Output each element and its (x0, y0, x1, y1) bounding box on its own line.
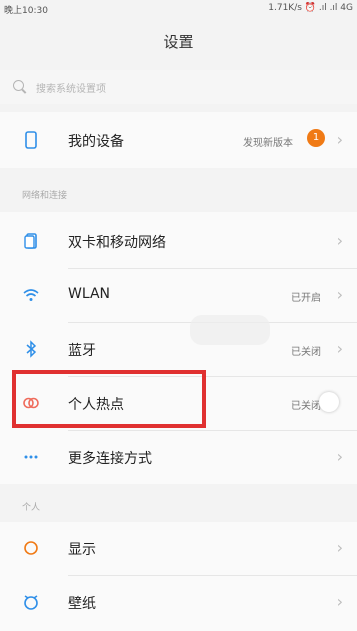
update-status: 发现新版本 (243, 138, 293, 149)
row-dual-sim[interactable]: 双卡和移动网络 › (0, 215, 357, 267)
search-bar[interactable]: 搜索系统设置项 (0, 70, 357, 104)
row-wlan[interactable]: WLAN 已开启 › (0, 269, 357, 321)
more-connections-label: 更多连接方式 (68, 451, 152, 467)
wallpaper-icon (24, 595, 38, 610)
chevron-right-icon: › (336, 339, 343, 358)
display-icon (24, 541, 38, 555)
wlan-status: 已开启 (291, 293, 321, 304)
status-time: 晚上10:30 (4, 6, 48, 16)
title-bar: 设置 (0, 18, 357, 62)
personal-section: 显示 › 壁纸 › (0, 522, 357, 631)
wlan-label: WLAN (68, 286, 111, 302)
dual-sim-label: 双卡和移动网络 (68, 235, 166, 251)
row-wallpaper[interactable]: 壁纸 › (0, 576, 357, 628)
hotspot-highlight-box (12, 370, 206, 428)
bluetooth-label: 蓝牙 (68, 343, 96, 359)
device-section: 我的设备 发现新版本 1 › (0, 112, 357, 168)
chevron-right-icon: › (336, 592, 343, 611)
wifi-icon (23, 289, 39, 301)
chevron-right-icon: › (336, 538, 343, 557)
chevron-right-icon: › (336, 447, 343, 466)
network-section: 双卡和移动网络 › WLAN 已开启 › 蓝牙 已关闭 › 个人热点 已关闭 更… (0, 212, 357, 484)
status-bar: 晚上10:30 1.71K/s ⏰ .ıl .ıl 4G (0, 0, 357, 18)
my-device-label: 我的设备 (68, 134, 124, 150)
row-more-connections[interactable]: 更多连接方式 › (0, 431, 357, 483)
chevron-right-icon: › (336, 130, 343, 149)
section-heading-personal: 个人 (22, 503, 41, 513)
row-my-device[interactable]: 我的设备 发现新版本 1 › (0, 114, 357, 166)
update-badge: 1 (307, 129, 325, 147)
section-heading-network: 网络和连接 (22, 191, 68, 201)
sim-card-icon (24, 233, 37, 249)
row-display[interactable]: 显示 › (0, 522, 357, 574)
row-bluetooth[interactable]: 蓝牙 已关闭 › (0, 323, 357, 375)
bluetooth-status: 已关闭 (291, 347, 321, 358)
phone-icon (25, 131, 37, 149)
search-placeholder: 搜索系统设置项 (36, 84, 106, 95)
bluetooth-icon (26, 340, 37, 358)
page-title: 设置 (163, 33, 194, 51)
search-icon (13, 80, 24, 91)
chevron-right-icon: › (336, 231, 343, 250)
hotspot-toggle[interactable] (319, 392, 339, 412)
display-label: 显示 (68, 542, 96, 558)
wallpaper-label: 壁纸 (68, 596, 96, 612)
overlay-smudge (190, 315, 270, 345)
chevron-right-icon: › (336, 285, 343, 304)
hotspot-status: 已关闭 (291, 401, 321, 412)
status-network: 1.71K/s ⏰ .ıl .ıl 4G (268, 3, 353, 13)
more-dots-icon (24, 455, 38, 459)
